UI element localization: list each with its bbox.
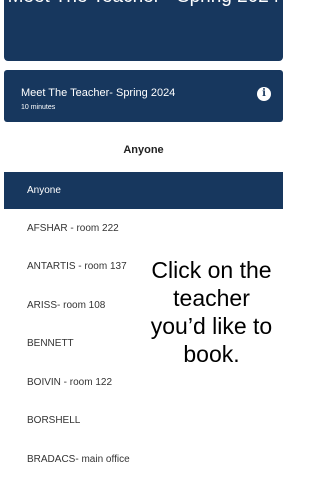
list-item-afshar[interactable]: AFSHAR - room 222	[4, 209, 283, 248]
list-item-bradacs[interactable]: BRADACS- main office	[4, 440, 283, 479]
list-header: Anyone	[123, 144, 164, 156]
event-name: Meet The Teacher- Spring 2024	[21, 87, 176, 99]
info-icon[interactable]: i	[257, 87, 271, 101]
list-item-boivin[interactable]: BOIVIN - room 122	[4, 363, 283, 402]
list-item-anyone[interactable]: Anyone	[4, 172, 283, 209]
instruction-overlay: Click on the teacher you’d like to book.	[150, 257, 273, 367]
list-item-borshell[interactable]: BORSHELL	[4, 401, 283, 440]
event-bar[interactable]: Meet The Teacher- Spring 2024 10 minutes…	[4, 70, 283, 122]
banner-title: Meet The Teacher - Spring 2024	[4, 0, 283, 9]
page-banner: Meet The Teacher - Spring 2024	[4, 0, 283, 61]
event-duration: 10 minutes	[21, 104, 56, 111]
